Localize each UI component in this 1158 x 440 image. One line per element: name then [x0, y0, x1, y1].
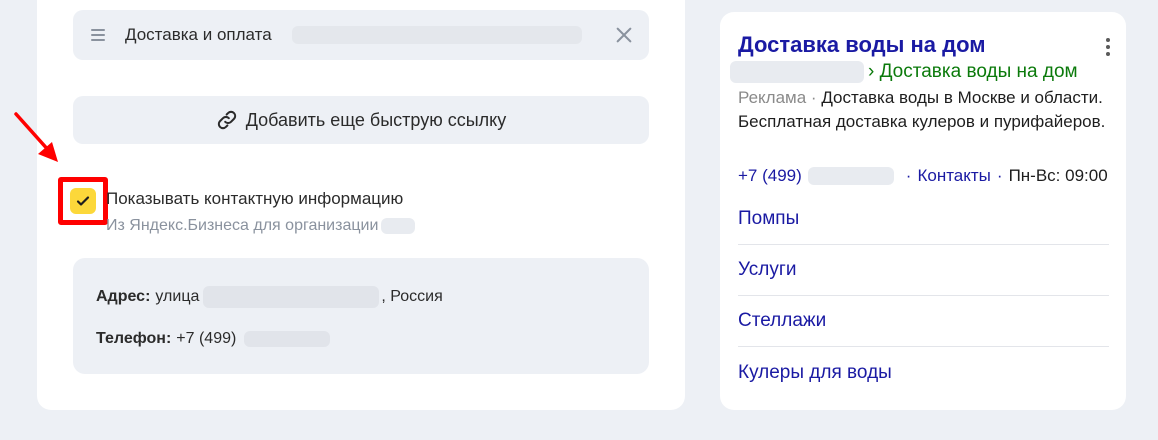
contacts-source: Из Яндекс.Бизнеса для организации — [106, 217, 416, 235]
ad-description: Реклама · Доставка воды в Москве и облас… — [738, 86, 1118, 134]
ad-url[interactable]: › Доставка воды на дом — [730, 61, 1078, 83]
redacted-phone — [244, 331, 331, 347]
redacted-org-name — [381, 218, 416, 234]
phone-label: Телефон: — [96, 330, 172, 347]
sitelink-racks[interactable]: Стеллажи — [738, 296, 1109, 347]
phone-prefix: +7 (499) — [176, 330, 237, 347]
show-contacts-checkbox[interactable] — [70, 188, 96, 214]
address-label: Адрес: — [96, 288, 151, 305]
separator: · — [905, 166, 912, 185]
add-quick-link-label: Добавить еще быструю ссылку — [245, 109, 507, 130]
more-vertical-icon[interactable] — [1106, 38, 1110, 56]
address-suffix: , Россия — [381, 288, 443, 305]
ad-phone-prefix[interactable]: +7 (499) — [738, 166, 802, 186]
address-row: Адрес: улица , Россия — [96, 286, 443, 308]
sitelink-water-coolers[interactable]: Кулеры для воды — [738, 347, 1109, 398]
redacted-address — [203, 286, 380, 308]
contacts-source-text: Из Яндекс.Бизнеса для организации — [106, 217, 379, 234]
contacts-info-box: Адрес: улица , Россия Телефон: +7 (499) — [73, 258, 649, 374]
sitelink-pumps[interactable]: Помпы — [738, 194, 1109, 245]
drag-handle-icon[interactable] — [91, 29, 105, 41]
check-icon — [76, 196, 90, 206]
show-contacts-label[interactable]: Показывать контактную информацию — [106, 189, 403, 209]
ad-contacts-link[interactable]: Контакты — [917, 166, 990, 186]
redacted-ad-phone — [807, 167, 894, 185]
ad-preview-card: Доставка воды на дом › Доставка воды на … — [720, 12, 1126, 410]
redacted-domain — [730, 61, 864, 83]
red-arrow-icon — [14, 112, 58, 162]
quick-links-editor-card: Доставка и оплата Добавить еще быструю с… — [37, 0, 685, 410]
ad-url-path: › Доставка воды на дом — [868, 61, 1078, 82]
link-icon — [217, 110, 236, 130]
ad-label: Реклама · — [738, 88, 817, 107]
ad-contacts-row: +7 (499) · Контакты · Пн-Вс: 09:00 — [738, 166, 1108, 186]
quick-link-row[interactable]: Доставка и оплата — [73, 10, 649, 60]
redacted-url — [291, 26, 582, 44]
separator: · — [996, 166, 1003, 185]
ad-title[interactable]: Доставка воды на дом — [738, 32, 986, 58]
quick-link-title: Доставка и оплата — [125, 25, 272, 44]
address-prefix: улица — [155, 288, 200, 305]
add-quick-link-button[interactable]: Добавить еще быструю ссылку — [73, 96, 649, 144]
sitelink-services[interactable]: Услуги — [738, 245, 1109, 296]
phone-row: Телефон: +7 (499) — [96, 330, 331, 348]
sitelinks-list: Помпы Услуги Стеллажи Кулеры для воды — [738, 194, 1109, 398]
ad-hours: Пн-Вс: 09:00 — [1008, 166, 1108, 185]
highlight-frame — [58, 177, 108, 225]
close-icon[interactable] — [615, 26, 633, 44]
